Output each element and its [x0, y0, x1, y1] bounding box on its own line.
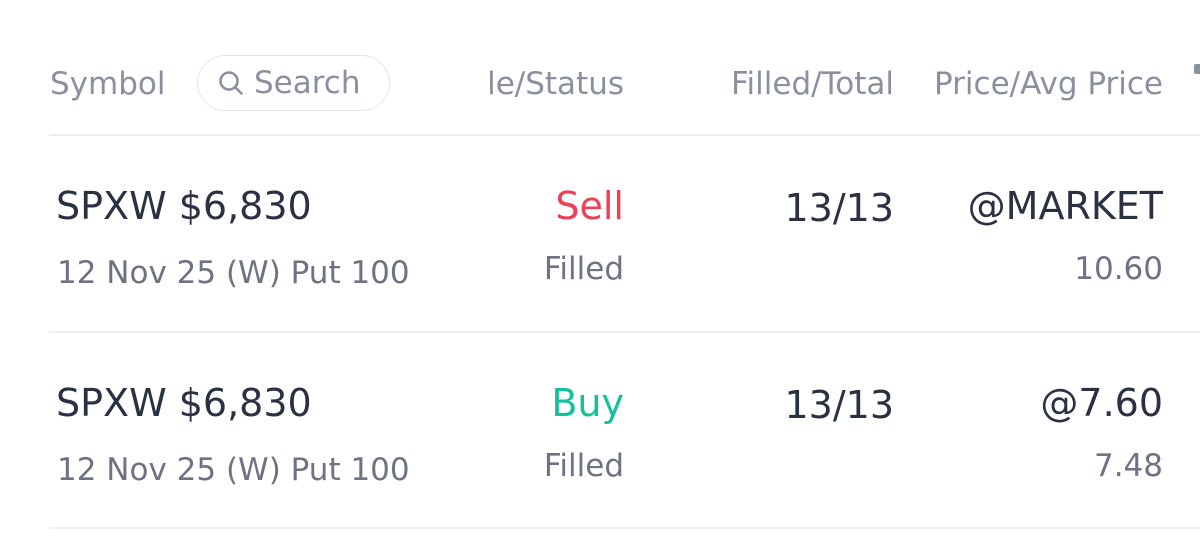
order-row[interactable]: SPXW $6,830 12 Nov 25 (W) Put 100 Sell F…: [0, 135, 1200, 331]
order-side: Sell: [555, 184, 624, 228]
search-placeholder: Search: [254, 65, 361, 101]
column-header-filled-total[interactable]: Filled/Total: [731, 64, 894, 104]
order-symbol: SPXW $6,830: [56, 184, 312, 228]
column-header-symbol[interactable]: Symbol: [50, 64, 165, 104]
column-header-price[interactable]: Price/Avg Price: [934, 64, 1163, 104]
order-status: Filled: [543, 251, 624, 287]
order-avg-price: 10.60: [1074, 251, 1163, 287]
order-avg-price: 7.48: [1093, 448, 1163, 484]
order-symbol: SPXW $6,830: [56, 381, 312, 425]
next-column-header-edge[interactable]: [1194, 64, 1200, 74]
column-header-side-status[interactable]: le/Status: [474, 64, 624, 104]
symbol-search-input[interactable]: Search: [197, 55, 390, 111]
divider: [49, 527, 1200, 529]
orders-table-header: Symbol Search le/Status Filled/Total Pri…: [0, 0, 1200, 135]
order-row[interactable]: SPXW $6,830 12 Nov 25 (W) Put 100 Buy Fi…: [0, 332, 1200, 528]
order-price: @MARKET: [967, 184, 1163, 228]
search-icon: [216, 68, 246, 98]
order-price: @7.60: [1040, 381, 1163, 425]
order-contract: 12 Nov 25 (W) Put 100: [57, 255, 410, 291]
order-filled-total: 13/13: [784, 383, 894, 427]
order-status: Filled: [543, 448, 624, 484]
order-side: Buy: [551, 381, 624, 425]
orders-page: Symbol Search le/Status Filled/Total Pri…: [0, 0, 1200, 549]
order-contract: 12 Nov 25 (W) Put 100: [57, 452, 410, 488]
column-header-side-status-label: le/Status: [487, 66, 624, 102]
order-filled-total: 13/13: [784, 186, 894, 230]
